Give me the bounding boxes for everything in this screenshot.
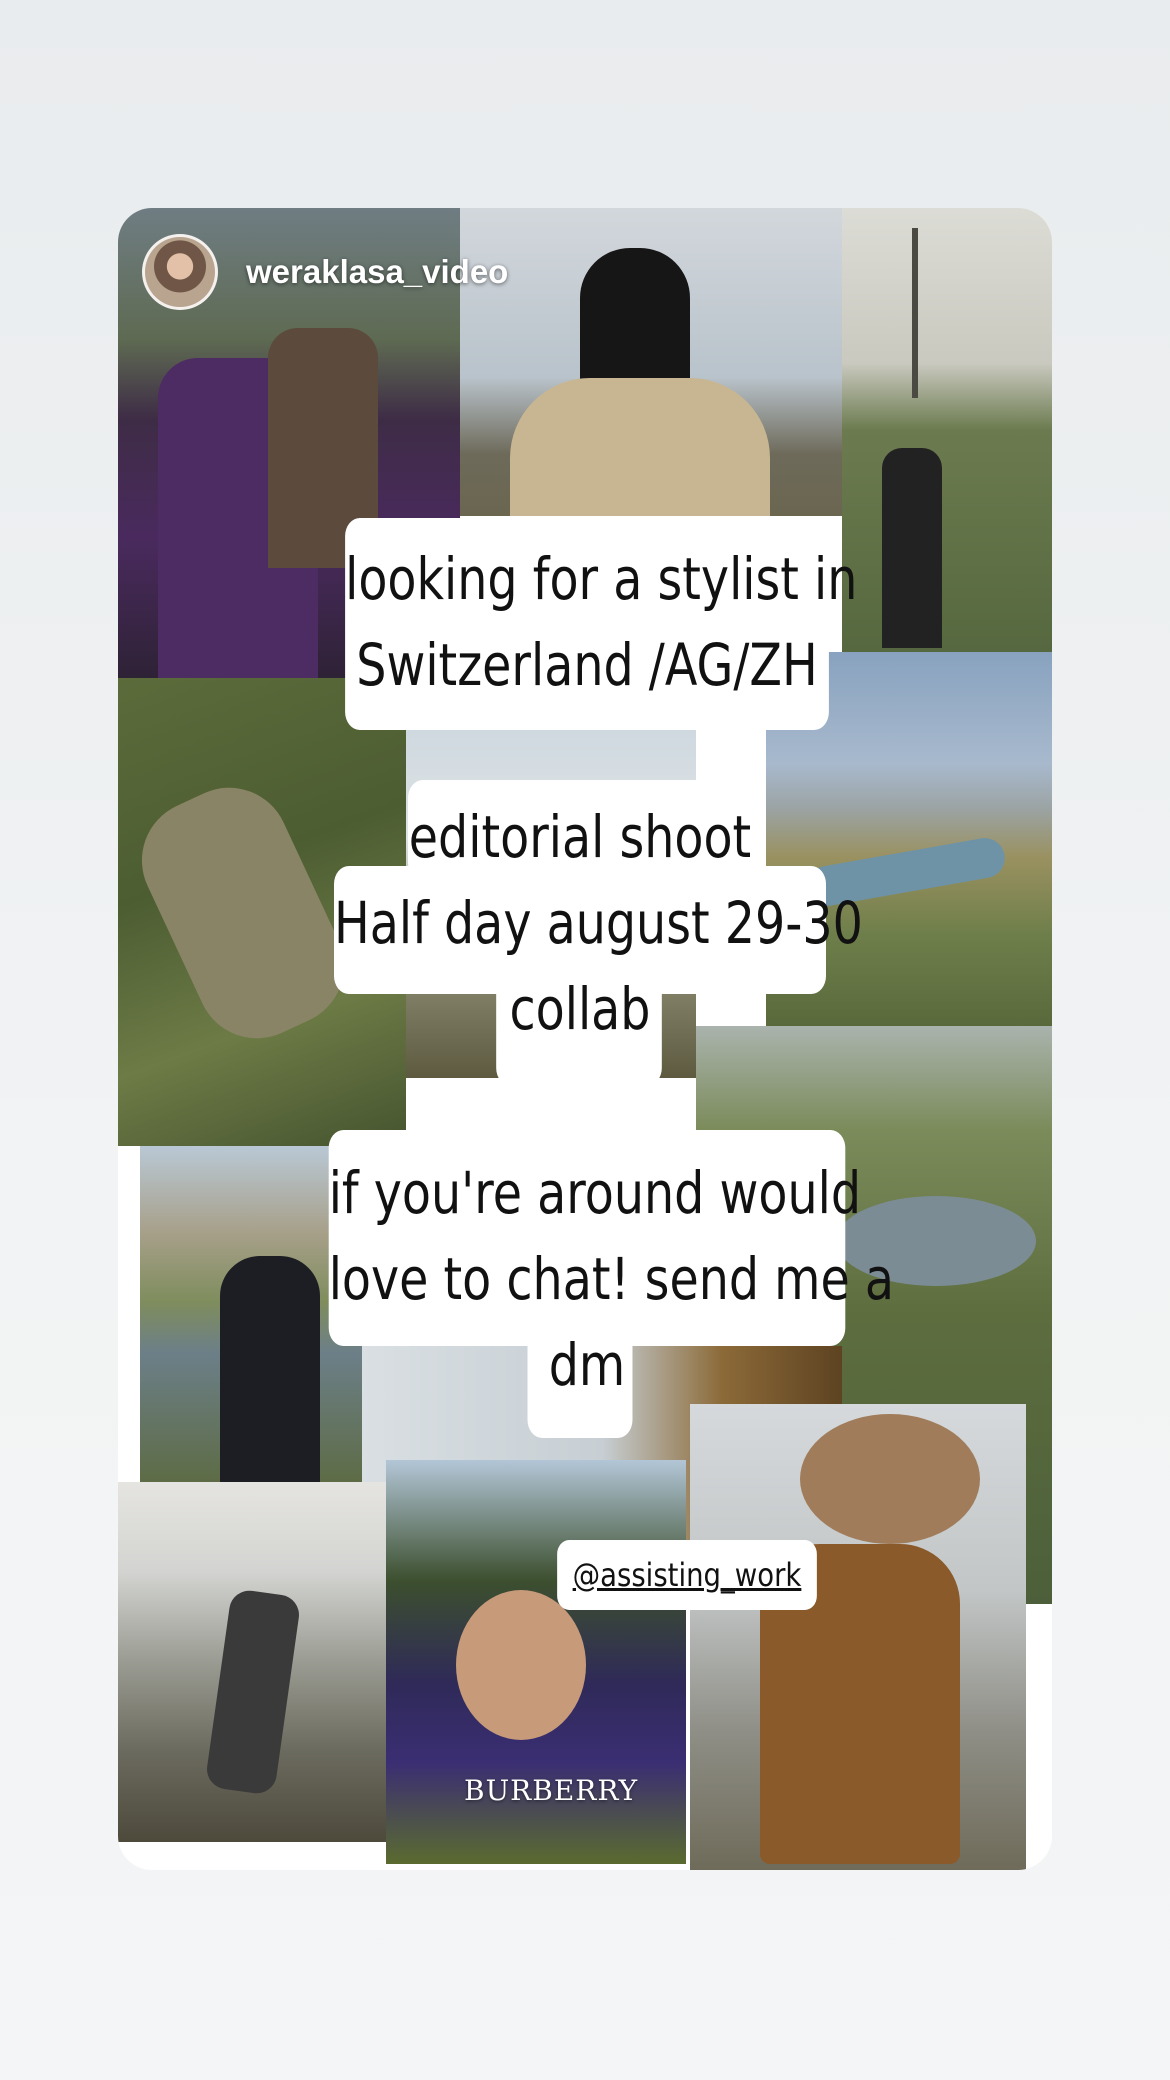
photo-tree-field	[842, 208, 1052, 652]
cta-line-1: if you're around would	[328, 1159, 862, 1227]
cta-line-2: love to chat! send me a	[328, 1245, 895, 1313]
headline-box: looking for a stylist in Switzerland /AG…	[345, 518, 858, 730]
username[interactable]: weraklasa_video	[246, 253, 508, 291]
cta-text: if you're around would love to chat! sen…	[328, 1150, 895, 1412]
story-card[interactable]: BURBERRY weraklasa_video looking for a s…	[118, 208, 1052, 1870]
mention-sticker[interactable]: @assisting_work	[557, 1540, 817, 1610]
headline-line-1: looking for a stylist in	[345, 545, 858, 613]
photo-man-shore	[118, 1482, 386, 1842]
details-line-3: collab	[509, 975, 651, 1043]
photo-fur-hat	[690, 1404, 1026, 1870]
burberry-caption: BURBERRY	[464, 1774, 639, 1807]
headline-line-2: Switzerland /AG/ZH	[356, 631, 818, 699]
details-text: editorial shoot Half day august 29-30 co…	[334, 794, 863, 1056]
details-line-2: Half day august 29-30	[334, 889, 863, 957]
cta-line-3: dm	[548, 1331, 626, 1399]
details-line-1: editorial shoot	[408, 803, 752, 871]
story-header[interactable]: weraklasa_video	[142, 234, 508, 310]
avatar[interactable]	[142, 234, 218, 310]
photo-burberry-ad: BURBERRY	[386, 1460, 686, 1864]
photo-woman-trench	[460, 208, 842, 516]
